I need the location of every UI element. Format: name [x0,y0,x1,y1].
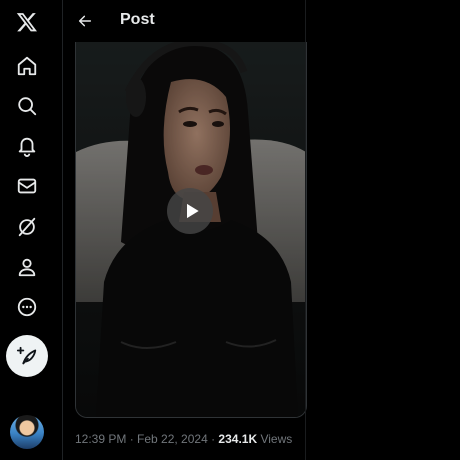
post-timestamp: 12:39 PM · Feb 22, 2024 · [75,432,219,446]
more-circle-icon [17,297,37,317]
sidebar-item-explore[interactable] [7,86,47,126]
x-logo-icon [16,13,37,32]
search-icon [18,97,37,116]
back-button[interactable] [72,8,98,34]
sidebar-item-notifications[interactable] [7,126,47,166]
sidebar-item-profile[interactable] [7,247,47,287]
sidebar-item-grok[interactable] [7,207,47,247]
envelope-icon [17,178,37,194]
sidebar-item-more[interactable] [7,287,47,327]
play-button[interactable] [167,188,213,234]
sidebar-item-messages[interactable] [7,166,47,206]
views-count: 234.1K [218,432,258,446]
post-column: Post 12:39 PM · Feb 22, 2024 · 234.1K Vi… [63,0,307,460]
person-icon [18,258,36,277]
bell-icon [18,137,36,157]
play-icon [186,203,199,219]
arrow-left-icon [78,15,92,27]
x-logo-button[interactable] [7,2,47,42]
sidebar-item-home[interactable] [7,46,47,86]
views-label: Views [257,432,293,446]
grok-icon [18,217,36,237]
page-title: Post [120,11,155,28]
sidebar-nav [0,0,54,460]
column-divider [305,0,306,460]
post-header: Post [63,0,305,42]
video-player[interactable] [75,42,307,418]
post-metadata: 12:39 PM · Feb 22, 2024 · 234.1K Views [75,432,292,446]
account-avatar[interactable] [10,415,44,449]
feather-plus-icon [16,346,37,365]
home-icon [17,56,37,76]
compose-post-button[interactable] [6,335,48,377]
